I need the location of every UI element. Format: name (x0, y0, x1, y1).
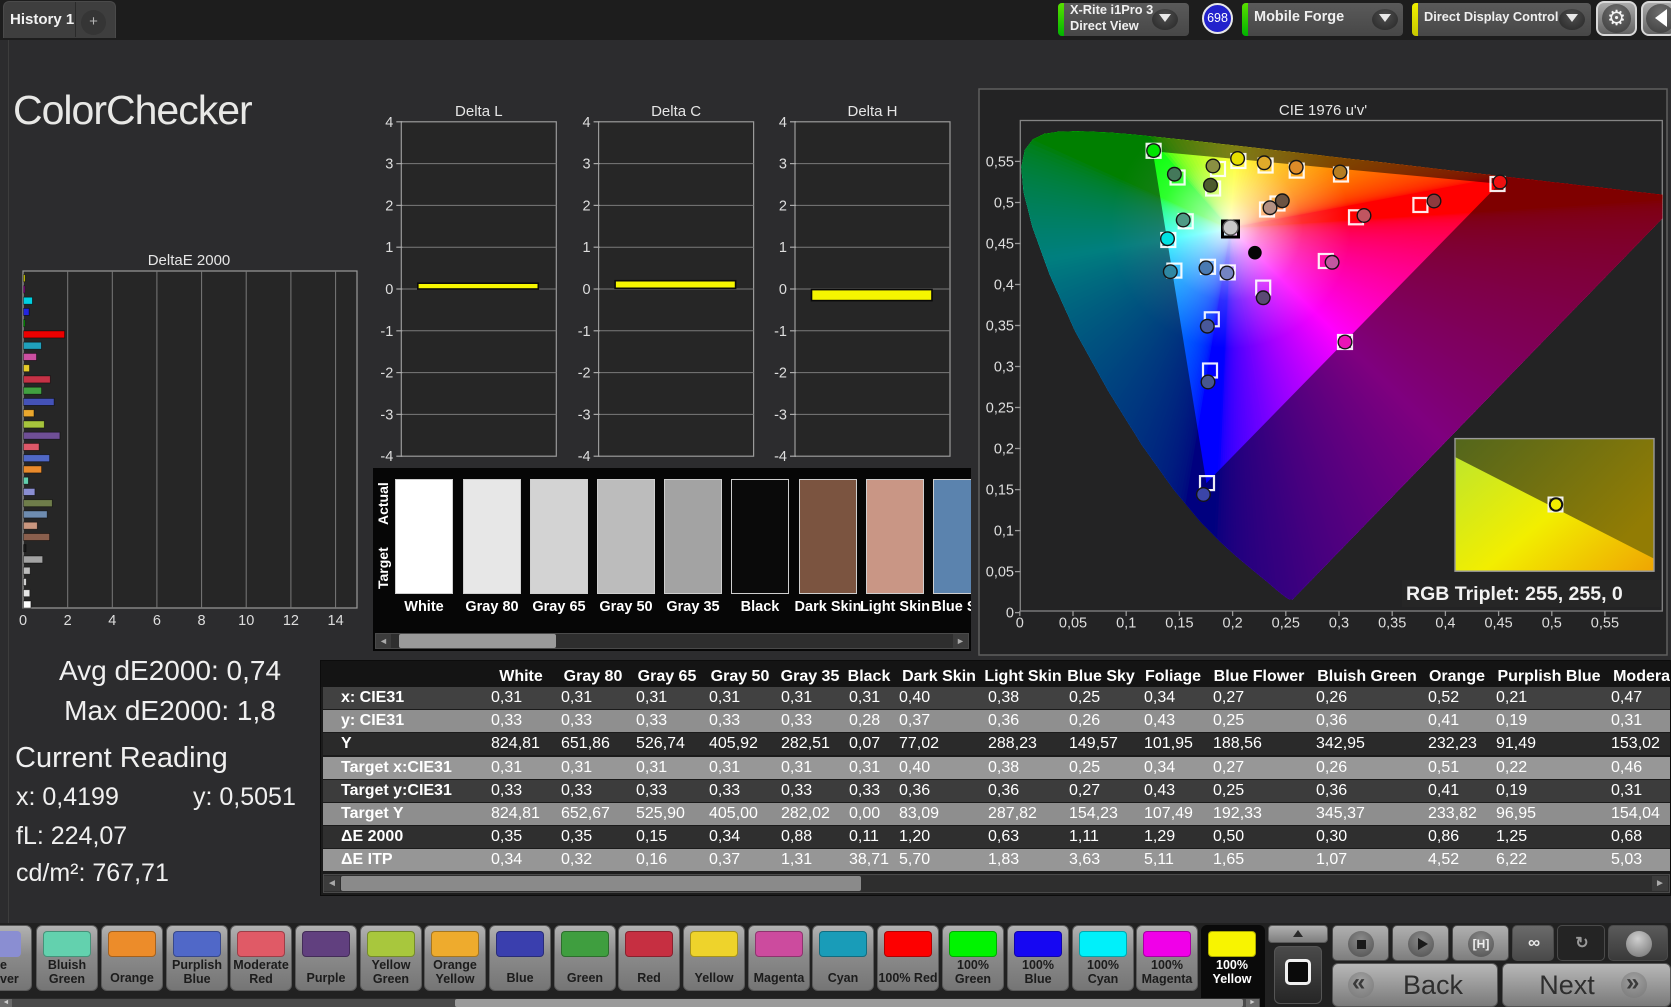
svg-text:0,5: 0,5 (994, 196, 1014, 212)
svg-text:0,4: 0,4 (1435, 616, 1455, 632)
svg-text:0,55: 0,55 (986, 154, 1014, 170)
svg-text:0,3: 0,3 (1329, 616, 1349, 632)
svg-text:0,35: 0,35 (986, 319, 1014, 335)
svg-text:0,4: 0,4 (994, 278, 1014, 294)
svg-text:0,05: 0,05 (1059, 616, 1087, 632)
svg-text:0,55: 0,55 (1591, 616, 1619, 632)
svg-text:0,2: 0,2 (994, 442, 1014, 458)
svg-text:0,05: 0,05 (986, 565, 1014, 581)
svg-text:0,5: 0,5 (1542, 616, 1562, 632)
svg-text:0: 0 (1006, 606, 1014, 622)
svg-text:0,2: 0,2 (1223, 616, 1243, 632)
svg-text:0,35: 0,35 (1378, 616, 1406, 632)
svg-text:0,25: 0,25 (1272, 616, 1300, 632)
svg-text:0,15: 0,15 (1165, 616, 1193, 632)
svg-text:CIE 1976 u'v': CIE 1976 u'v' (1279, 102, 1367, 119)
svg-text:0,45: 0,45 (986, 237, 1014, 253)
svg-text:0,1: 0,1 (1116, 616, 1136, 632)
svg-text:RGB Triplet: 255, 255, 0: RGB Triplet: 255, 255, 0 (1406, 583, 1623, 605)
svg-text:0,1: 0,1 (994, 524, 1014, 540)
svg-text:0,15: 0,15 (986, 483, 1014, 499)
svg-text:0,45: 0,45 (1484, 616, 1512, 632)
svg-text:0,25: 0,25 (986, 401, 1014, 417)
svg-text:0,3: 0,3 (994, 360, 1014, 376)
svg-text:0: 0 (1016, 616, 1024, 632)
